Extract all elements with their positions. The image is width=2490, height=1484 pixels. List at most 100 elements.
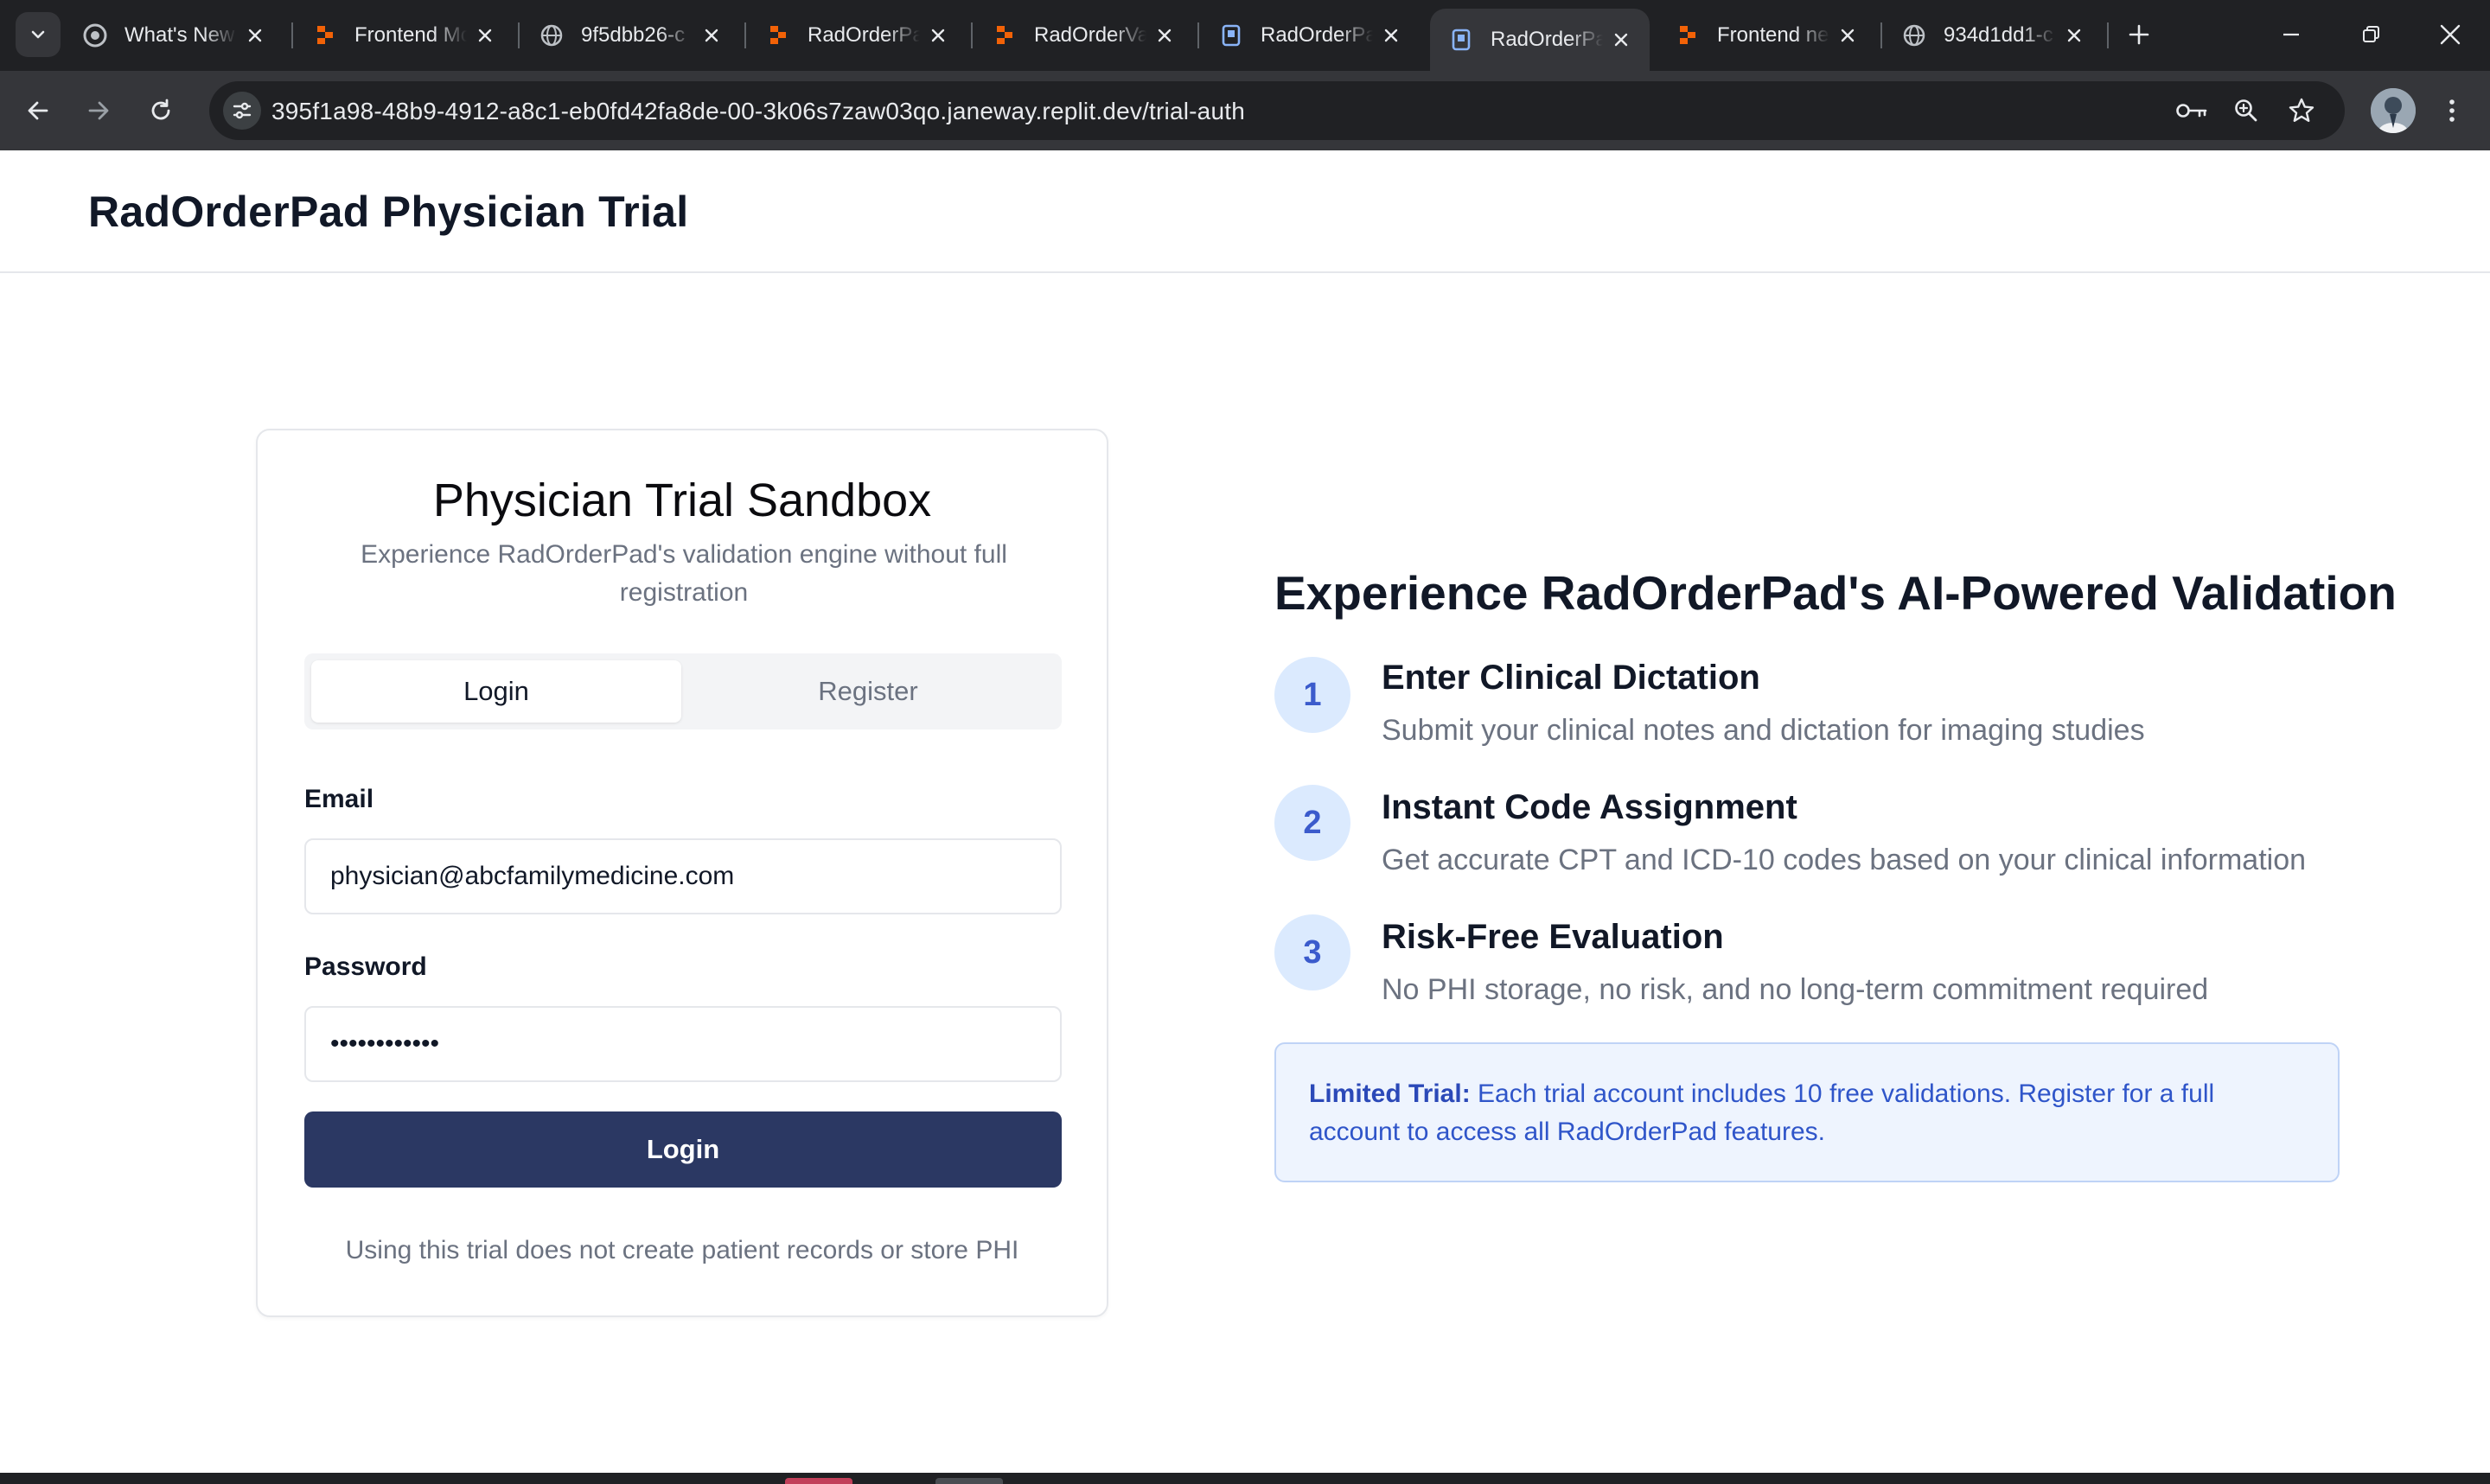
- arrow-right-icon: [88, 101, 109, 120]
- forward-button[interactable]: [76, 88, 121, 133]
- address-bar[interactable]: 395f1a98-48b9-4912-a8c1-eb0fd42fa8de-00-…: [209, 81, 2345, 140]
- replit-icon: [1676, 23, 1700, 48]
- close-tab-icon[interactable]: [474, 24, 496, 47]
- tab-separator: [1197, 22, 1199, 48]
- auth-tabs: Login Register: [304, 653, 1062, 729]
- document-icon: [1219, 23, 1243, 48]
- step-description: Submit your clinical notes and dictation…: [1382, 714, 2145, 747]
- tab-login[interactable]: Login: [311, 660, 681, 723]
- tab-title: What's New: [124, 23, 235, 47]
- tab-title: Frontend new: [1717, 23, 1829, 47]
- replit-icon: [313, 23, 337, 48]
- tab-title: RadOrderPad: [1491, 28, 1603, 51]
- tab-title: 934d1dd1-c: [1944, 23, 2053, 47]
- email-field[interactable]: [306, 840, 1060, 913]
- password-field[interactable]: [306, 1008, 1060, 1080]
- step-title: Enter Clinical Dictation: [1382, 659, 1760, 697]
- tab-search-button[interactable]: [16, 12, 61, 57]
- privacy-note: Using this trial does not create patient…: [345, 1236, 1019, 1264]
- site-info-button[interactable]: [223, 92, 261, 130]
- taskbar-app-indicator: [935, 1478, 1003, 1484]
- reload-button[interactable]: [138, 88, 183, 133]
- password-key-icon[interactable]: [2174, 92, 2212, 130]
- browser-tab[interactable]: What's New: [64, 9, 284, 62]
- restore-button[interactable]: [2345, 12, 2397, 57]
- tab-title: RadOrderPad: [1261, 23, 1373, 47]
- trial-login-card: Physician Trial Sandbox Experience RadOr…: [256, 429, 1108, 1317]
- more-vertical-icon: [2449, 99, 2455, 122]
- url-text[interactable]: 395f1a98-48b9-4912-a8c1-eb0fd42fa8de-00-…: [271, 98, 1245, 125]
- chrome-icon: [83, 23, 107, 48]
- browser-tab[interactable]: RadOrderPad: [1200, 9, 1420, 62]
- card-title: Physician Trial Sandbox: [432, 474, 932, 526]
- limited-trial-notice: Limited Trial: Each trial account includ…: [1274, 1042, 2340, 1182]
- step-number-badge: 2: [1274, 785, 1350, 861]
- close-tab-icon[interactable]: [1610, 29, 1632, 51]
- tune-icon: [233, 102, 252, 119]
- plus-icon: [2129, 24, 2149, 45]
- document-icon: [1449, 28, 1473, 52]
- step-description: Get accurate CPT and ICD-10 codes based …: [1382, 844, 2307, 876]
- tab-title: RadOrderPad: [808, 23, 920, 47]
- new-tab-button[interactable]: [2120, 16, 2158, 54]
- tab-separator: [2107, 22, 2109, 48]
- replit-icon: [993, 23, 1017, 48]
- browser-tab[interactable]: RadOrderValidation: [974, 9, 1193, 62]
- close-tab-icon[interactable]: [1380, 24, 1402, 47]
- close-tab-icon[interactable]: [244, 24, 266, 47]
- taskbar-edge: [0, 1473, 2490, 1484]
- close-tab-icon[interactable]: [1836, 24, 1859, 47]
- tab-separator: [744, 22, 746, 48]
- back-button[interactable]: [16, 88, 61, 133]
- close-tab-icon[interactable]: [2063, 24, 2085, 47]
- tab-register[interactable]: Register: [683, 660, 1053, 723]
- restore-icon: [2363, 26, 2379, 42]
- tab-separator: [291, 22, 293, 48]
- browser-menu-button[interactable]: [2433, 88, 2471, 133]
- arrow-left-icon: [28, 101, 48, 120]
- tab-separator: [971, 22, 973, 48]
- replit-icon: [766, 23, 790, 48]
- reload-icon: [151, 99, 170, 120]
- features-heading: Experience RadOrderPad's AI-Powered Vali…: [1274, 566, 2397, 620]
- browser-toolbar: 395f1a98-48b9-4912-a8c1-eb0fd42fa8de-00-…: [0, 71, 2490, 150]
- globe-icon: [1902, 23, 1926, 48]
- step-title: Instant Code Assignment: [1382, 788, 1797, 826]
- profile-avatar[interactable]: [2371, 88, 2416, 133]
- browser-tab[interactable]: RadOrderPad: [747, 9, 967, 62]
- close-window-button[interactable]: [2424, 12, 2476, 57]
- close-tab-icon[interactable]: [700, 24, 723, 47]
- email-label: Email: [304, 785, 374, 813]
- chevron-down-icon: [31, 30, 45, 39]
- app-header: RadOrderPad Physician Trial: [0, 150, 2490, 273]
- password-field-wrapper: [304, 1006, 1062, 1082]
- tab-title: 9f5dbb26-c: [581, 23, 686, 47]
- step-number-badge: 1: [1274, 657, 1350, 733]
- taskbar-app-indicator: [785, 1478, 852, 1484]
- step-number-badge: 3: [1274, 914, 1350, 990]
- step-description: No PHI storage, no risk, and no long-ter…: [1382, 973, 2209, 1006]
- email-field-wrapper: [304, 838, 1062, 914]
- browser-tab[interactable]: 9f5dbb26-c: [520, 9, 740, 62]
- browser-tab-active[interactable]: RadOrderPad: [1430, 9, 1650, 71]
- close-tab-icon[interactable]: [1153, 24, 1176, 47]
- notice-label: Limited Trial:: [1309, 1080, 1471, 1108]
- password-label: Password: [304, 952, 427, 981]
- step-title: Risk-Free Evaluation: [1382, 918, 1724, 956]
- bookmark-star-icon[interactable]: [2282, 92, 2321, 130]
- browser-tab[interactable]: Frontend Modular: [294, 9, 514, 62]
- page-title: RadOrderPad Physician Trial: [88, 188, 689, 236]
- minimize-button[interactable]: [2265, 12, 2317, 57]
- globe-icon: [540, 23, 564, 48]
- tab-separator: [518, 22, 520, 48]
- close-tab-icon[interactable]: [927, 24, 949, 47]
- browser-tab-strip: What's New Frontend Modular 9f5dbb26-c R…: [0, 0, 2490, 71]
- card-subtitle: Experience RadOrderPad's validation engi…: [361, 540, 1007, 607]
- minimize-icon: [2283, 33, 2299, 36]
- browser-tab[interactable]: Frontend new: [1657, 9, 1876, 62]
- login-button[interactable]: Login: [304, 1111, 1062, 1188]
- browser-tab[interactable]: 934d1dd1-c: [1883, 9, 2103, 62]
- tab-title: Frontend Modular: [354, 23, 467, 47]
- zoom-icon[interactable]: [2227, 92, 2265, 130]
- tab-separator: [1880, 22, 1882, 48]
